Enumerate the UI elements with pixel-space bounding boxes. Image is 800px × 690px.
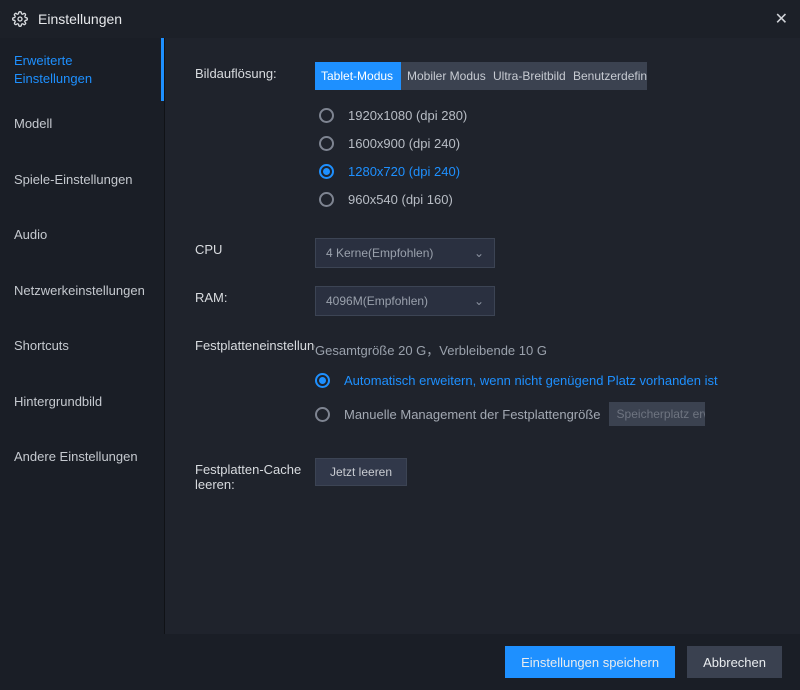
- row-cache: Festplatten-Cache leeren: Jetzt leeren: [195, 458, 778, 492]
- ram-label: RAM:: [195, 286, 315, 316]
- radio-circle-icon: [319, 164, 334, 179]
- chevron-down-icon: ⌄: [474, 246, 484, 260]
- radio-label: Automatisch erweitern, wenn nicht genüge…: [344, 373, 718, 388]
- cpu-value: 4 Kerne(Empfohlen): [326, 246, 433, 260]
- radio-circle-icon: [319, 192, 334, 207]
- radio-disk-auto[interactable]: Automatisch erweitern, wenn nicht genüge…: [315, 373, 778, 388]
- sidebar-item-audio[interactable]: Audio: [0, 212, 164, 258]
- body: Erweiterte Einstellungen Modell Spiele-E…: [0, 38, 800, 634]
- radio-label: 1280x720 (dpi 240): [348, 164, 460, 179]
- content: Bildauflösung: Tablet-Modus Mobiler Modu…: [165, 38, 800, 634]
- cpu-label: CPU: [195, 238, 315, 268]
- radio-1920x1080[interactable]: 1920x1080 (dpi 280): [319, 108, 778, 123]
- radio-label: 1920x1080 (dpi 280): [348, 108, 467, 123]
- tab-tablet-mode[interactable]: Tablet-Modus: [315, 62, 401, 90]
- radio-circle-icon: [319, 136, 334, 151]
- radio-1600x900[interactable]: 1600x900 (dpi 240): [319, 136, 778, 151]
- footer: Einstellungen speichern Abbrechen: [0, 634, 800, 690]
- clear-cache-button[interactable]: Jetzt leeren: [315, 458, 407, 486]
- titlebar: Einstellungen ✕: [0, 0, 800, 38]
- ram-value: 4096M(Empfohlen): [326, 294, 428, 308]
- cancel-button[interactable]: Abbrechen: [687, 646, 782, 678]
- sidebar-item-background[interactable]: Hintergrundbild: [0, 379, 164, 425]
- save-button[interactable]: Einstellungen speichern: [505, 646, 675, 678]
- tab-mobile-mode[interactable]: Mobiler Modus: [401, 62, 487, 90]
- ram-select[interactable]: 4096M(Empfohlen) ⌄: [315, 286, 495, 316]
- radio-label: 1600x900 (dpi 240): [348, 136, 460, 151]
- settings-window: Einstellungen ✕ Erweiterte Einstellungen…: [0, 0, 800, 690]
- tab-ultrawide[interactable]: Ultra-Breitbild: [487, 62, 567, 90]
- sidebar-item-network[interactable]: Netzwerkeinstellungen: [0, 268, 164, 314]
- resolution-tabstrip: Tablet-Modus Mobiler Modus Ultra-Breitbi…: [315, 62, 778, 90]
- chevron-down-icon: ⌄: [474, 294, 484, 308]
- sidebar: Erweiterte Einstellungen Modell Spiele-E…: [0, 38, 165, 634]
- radio-label: Manuelle Management der Festplattengröße: [344, 407, 601, 422]
- manage-disk-button: Speicherplatz erweitern: [609, 402, 705, 426]
- sidebar-item-shortcuts[interactable]: Shortcuts: [0, 323, 164, 369]
- resolution-label: Bildauflösung:: [195, 62, 315, 220]
- cpu-select[interactable]: 4 Kerne(Empfohlen) ⌄: [315, 238, 495, 268]
- row-disk: Festplatteneinstellung Gesamtgröße 20 G，…: [195, 334, 778, 440]
- radio-circle-icon: [315, 407, 330, 422]
- radio-disk-manual[interactable]: Manuelle Management der Festplattengröße…: [315, 402, 778, 426]
- close-icon[interactable]: ✕: [756, 9, 788, 29]
- disk-radios: Automatisch erweitern, wenn nicht genüge…: [315, 373, 778, 426]
- tab-custom[interactable]: Benutzerdefiniert: [567, 62, 647, 90]
- row-cpu: CPU 4 Kerne(Empfohlen) ⌄: [195, 238, 778, 268]
- sidebar-item-advanced[interactable]: Erweiterte Einstellungen: [0, 38, 164, 101]
- window-title: Einstellungen: [38, 11, 756, 27]
- radio-960x540[interactable]: 960x540 (dpi 160): [319, 192, 778, 207]
- row-resolution: Bildauflösung: Tablet-Modus Mobiler Modu…: [195, 62, 778, 220]
- sidebar-item-other[interactable]: Andere Einstellungen: [0, 434, 164, 480]
- radio-circle-icon: [319, 108, 334, 123]
- radio-circle-icon: [315, 373, 330, 388]
- sidebar-item-model[interactable]: Modell: [0, 101, 164, 147]
- gear-icon: [12, 11, 28, 27]
- resolution-radios: 1920x1080 (dpi 280) 1600x900 (dpi 240) 1…: [319, 108, 778, 207]
- disk-info: Gesamtgröße 20 G，Verbleibende 10 G: [315, 334, 778, 359]
- row-ram: RAM: 4096M(Empfohlen) ⌄: [195, 286, 778, 316]
- cache-label: Festplatten-Cache leeren:: [195, 458, 315, 492]
- radio-1280x720[interactable]: 1280x720 (dpi 240): [319, 164, 778, 179]
- radio-label: 960x540 (dpi 160): [348, 192, 453, 207]
- sidebar-item-games[interactable]: Spiele-Einstellungen: [0, 157, 164, 203]
- disk-label: Festplatteneinstellung: [195, 334, 315, 440]
